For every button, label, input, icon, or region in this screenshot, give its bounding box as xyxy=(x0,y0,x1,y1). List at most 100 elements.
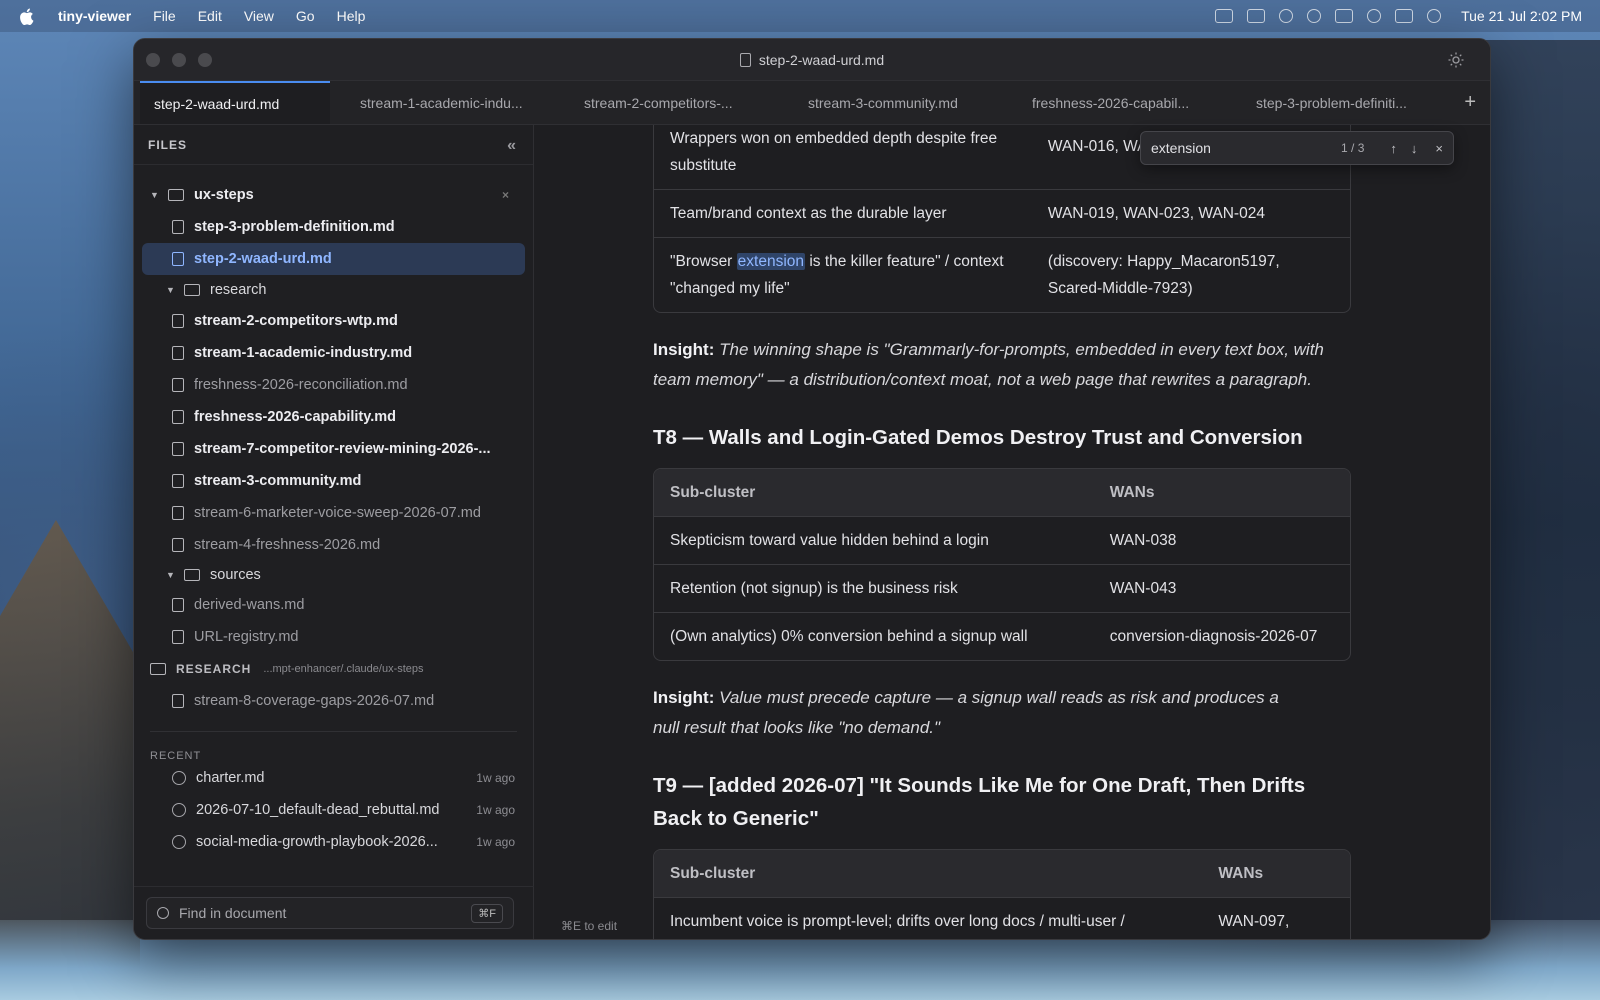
file-sidebar: FILES « ▼ ux-steps × step-3-problem-defi… xyxy=(134,125,534,939)
folder-icon xyxy=(150,663,166,675)
tab-stream-2-competitors[interactable]: stream-2-competitors-... xyxy=(570,81,760,124)
app-name-menu[interactable]: tiny-viewer xyxy=(58,8,131,24)
tab-stream-1-academic[interactable]: stream-1-academic-indu... xyxy=(346,81,536,124)
caret-down-icon: ▼ xyxy=(150,190,159,200)
table-row: "Browser extension is the killer feature… xyxy=(654,238,1350,312)
file-stream-3-community[interactable]: stream-3-community.md xyxy=(134,465,533,497)
edit-shortcut-hint: ⌘E to edit xyxy=(561,919,618,933)
apple-menu-icon[interactable] xyxy=(18,7,34,25)
zoom-window-button[interactable] xyxy=(198,53,212,67)
find-next-arrow-down-icon[interactable]: ↓ xyxy=(1411,141,1418,156)
window-title-text: step-2-waad-urd.md xyxy=(758,51,885,68)
file-derived-wans[interactable]: derived-wans.md xyxy=(134,589,533,621)
file-label: derived-wans.md xyxy=(194,597,305,613)
bluetooth-icon[interactable] xyxy=(1335,9,1354,23)
table-header-cell: Sub-cluster xyxy=(670,865,756,882)
cell-text: "Browser xyxy=(670,253,737,270)
wifi-icon[interactable] xyxy=(1367,9,1382,23)
status-area: Tue 21 Jul 2:02 PM xyxy=(1215,8,1582,24)
file-label: stream-2-competitors-wtp.md xyxy=(194,313,398,329)
find-query-input[interactable]: extension xyxy=(1151,140,1211,156)
table-cell: Wrappers won on embedded depth despite f… xyxy=(670,130,998,174)
file-icon xyxy=(172,506,184,520)
file-label: stream-4-freshness-2026.md xyxy=(194,537,381,553)
file-step-2-waad-urd[interactable]: step-2-waad-urd.md xyxy=(142,243,525,275)
insight-paragraph: Insight: The winning shape is "Grammarly… xyxy=(653,335,1351,395)
file-stream-1-academic-industry[interactable]: stream-1-academic-industry.md xyxy=(134,337,533,369)
find-previous-arrow-up-icon[interactable]: ↑ xyxy=(1390,141,1397,156)
insight-text: Value must precede capture — a signup wa… xyxy=(653,688,1279,737)
close-window-button[interactable] xyxy=(146,53,160,67)
file-label: step-2-waad-urd.md xyxy=(194,251,332,267)
clock-icon xyxy=(172,771,186,785)
window-controls xyxy=(146,53,212,67)
file-stream-6-marketer-voice[interactable]: stream-6-marketer-voice-sweep-2026-07.md xyxy=(134,497,533,529)
file-freshness-reconciliation[interactable]: freshness-2026-reconciliation.md xyxy=(134,369,533,401)
file-stream-2-competitors-wtp[interactable]: stream-2-competitors-wtp.md xyxy=(134,305,533,337)
battery-icon[interactable] xyxy=(1395,9,1414,23)
app-window: step-2-waad-urd.md step-2-waad-urd.md st… xyxy=(133,38,1491,940)
control-center-icon[interactable] xyxy=(1427,9,1442,23)
menu-help[interactable]: Help xyxy=(337,8,366,24)
display-icon[interactable] xyxy=(1215,9,1234,23)
insight-text: The winning shape is "Grammarly-for-prom… xyxy=(653,340,1324,389)
file-label: stream-7-competitor-review-mining-2026-.… xyxy=(194,441,491,457)
section-path: ...mpt-enhancer/.claude/ux-steps xyxy=(263,663,424,675)
find-close-icon[interactable]: × xyxy=(1435,141,1443,156)
collapse-sidebar-icon[interactable]: « xyxy=(507,137,517,155)
menu-clock[interactable]: Tue 21 Jul 2:02 PM xyxy=(1461,8,1582,24)
document-view[interactable]: Wrappers won on embedded depth despite f… xyxy=(535,125,1490,939)
tab-stream-3-community[interactable]: stream-3-community.md xyxy=(794,81,984,124)
menu-file[interactable]: File xyxy=(153,8,176,24)
file-icon xyxy=(172,474,184,488)
table-cell: (discovery: Happy_Macaron5197, Scared-Mi… xyxy=(1047,253,1280,297)
menu-view[interactable]: View xyxy=(244,8,274,24)
folder-label: sources xyxy=(210,567,261,583)
recent-item[interactable]: 2026-07-10_default-dead_rebuttal.md 1w a… xyxy=(134,794,533,826)
tab-step-3-problem[interactable]: step-3-problem-definiti... xyxy=(1242,81,1432,124)
new-tab-plus-icon[interactable]: + xyxy=(1464,91,1476,114)
tab-bar: step-2-waad-urd.md stream-1-academic-ind… xyxy=(134,81,1490,125)
file-stream-7-competitor-review[interactable]: stream-7-competitor-review-mining-2026-.… xyxy=(134,433,533,465)
file-icon xyxy=(172,346,184,360)
table-row: Retention (not signup) is the business r… xyxy=(654,565,1350,613)
color-icon[interactable] xyxy=(1307,9,1322,23)
file-step-3-problem-definition[interactable]: step-3-problem-definition.md xyxy=(134,211,533,243)
heading-t8: T8 — Walls and Login-Gated Demos Destroy… xyxy=(653,426,1303,449)
recent-item[interactable]: charter.md 1w ago xyxy=(134,762,533,794)
find-match-count: 1 / 3 xyxy=(1341,141,1365,155)
table-header-cell: WANs xyxy=(1218,865,1264,882)
table-cell: Retention (not signup) is the business r… xyxy=(670,580,958,597)
close-folder-icon[interactable]: × xyxy=(502,188,509,202)
tab-freshness-capability[interactable]: freshness-2026-capabil... xyxy=(1018,81,1208,124)
tab-step-2-waad-urd[interactable]: step-2-waad-urd.md xyxy=(140,81,330,124)
folder-sources[interactable]: ▼ sources xyxy=(134,561,533,589)
table-cell: Skepticism toward value hidden behind a … xyxy=(670,532,989,549)
menu-edit[interactable]: Edit xyxy=(198,8,222,24)
insight-label: Insight: xyxy=(653,340,715,359)
file-stream-8-coverage-gaps[interactable]: stream-8-coverage-gaps-2026-07.md xyxy=(134,685,533,717)
minimize-window-button[interactable] xyxy=(172,53,186,67)
research-section-header[interactable]: RESEARCH ...mpt-enhancer/.claude/ux-step… xyxy=(134,653,533,685)
find-in-document-input[interactable]: Find in document ⌘F xyxy=(146,897,514,929)
theme-toggle-sun-icon[interactable] xyxy=(1448,52,1464,68)
file-url-registry[interactable]: URL-registry.md xyxy=(134,621,533,653)
focus-icon[interactable] xyxy=(1279,9,1294,23)
file-stream-4-freshness[interactable]: stream-4-freshness-2026.md xyxy=(134,529,533,561)
table-row: Incumbent voice is prompt-level; drifts … xyxy=(654,898,1350,939)
menu-go[interactable]: Go xyxy=(296,8,315,24)
folder-ux-steps[interactable]: ▼ ux-steps × xyxy=(134,179,533,211)
recent-item[interactable]: social-media-growth-playbook-2026... 1w … xyxy=(134,826,533,858)
recent-label: 2026-07-10_default-dead_rebuttal.md xyxy=(196,802,440,818)
table-t9: Sub-cluster WANs Incumbent voice is prom… xyxy=(653,849,1351,939)
document-icon xyxy=(739,52,751,67)
files-header: FILES « xyxy=(134,125,533,165)
table-cell: Team/brand context as the durable layer xyxy=(670,205,947,222)
sidebar-bottom-divider xyxy=(134,886,534,887)
file-freshness-capability[interactable]: freshness-2026-capability.md xyxy=(134,401,533,433)
sidebar-divider xyxy=(150,731,517,732)
folder-research[interactable]: ▼ research xyxy=(134,275,533,305)
clock-icon xyxy=(172,835,186,849)
table-header-cell: WANs xyxy=(1109,484,1155,501)
stats-icon[interactable] xyxy=(1247,9,1266,23)
